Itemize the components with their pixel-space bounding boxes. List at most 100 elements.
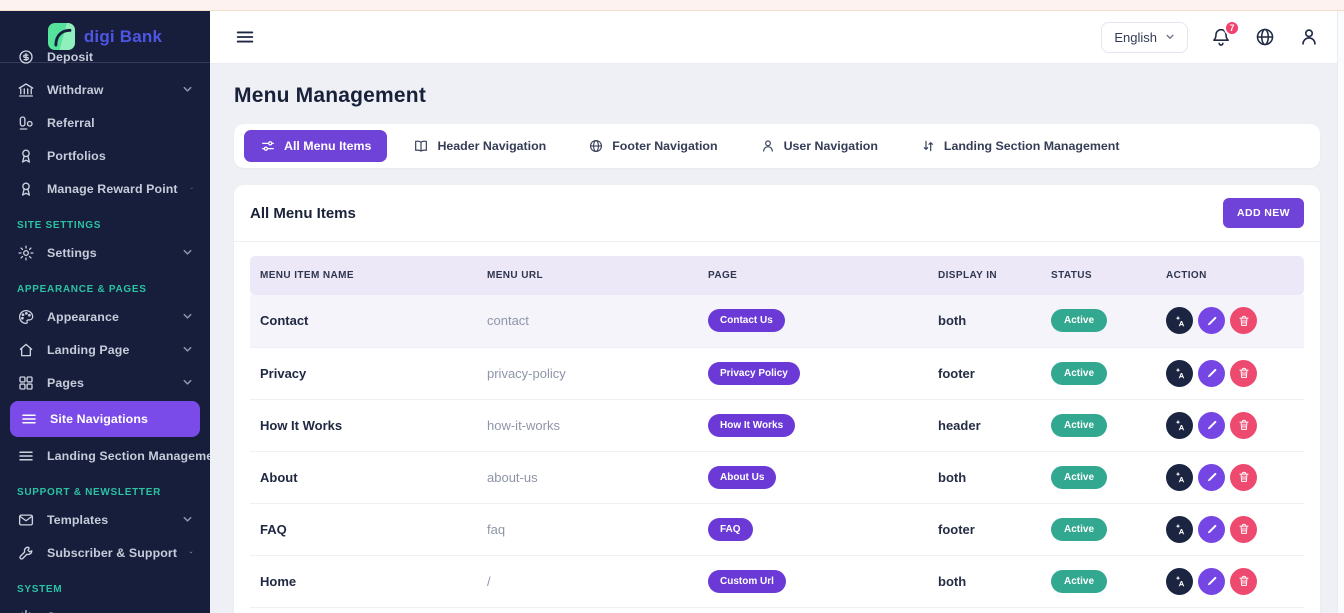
translate-icon (1173, 470, 1187, 484)
language-selector[interactable]: English (1101, 22, 1188, 53)
translate-button[interactable] (1166, 568, 1193, 595)
row-actions (1166, 412, 1294, 439)
book-icon (413, 138, 429, 154)
translate-button[interactable] (1166, 516, 1193, 543)
sidebar-item-referral[interactable]: Referral (0, 106, 210, 139)
row-actions (1166, 516, 1294, 543)
notification-count-badge: 7 (1224, 20, 1240, 36)
wrench-icon (17, 544, 35, 562)
edit-button[interactable] (1198, 516, 1225, 543)
sidebar-item-label: Pages (47, 376, 84, 390)
tab-footer-navigation[interactable]: Footer Navigation (572, 130, 733, 162)
sidebar-nav: Deposit Withdraw Referral Portfolios Man… (0, 40, 210, 613)
sidebar-item-label: Referral (47, 116, 95, 130)
user-icon (760, 138, 776, 154)
sidebar-item-portfolios[interactable]: Portfolios (0, 139, 210, 172)
tab-header-navigation[interactable]: Header Navigation (397, 130, 562, 162)
table-row: Privacy privacy-policy Privacy Policy fo… (250, 347, 1304, 399)
add-new-button[interactable]: ADD NEW (1223, 198, 1304, 228)
chevron-down-icon (189, 547, 193, 558)
edit-button[interactable] (1198, 464, 1225, 491)
delete-button[interactable] (1230, 307, 1257, 334)
sidebar-item-appearance[interactable]: Appearance (0, 300, 210, 333)
tab-label: Footer Navigation (612, 139, 717, 153)
chevron-down-icon (182, 514, 193, 525)
page-cell: Blog (698, 607, 928, 613)
edit-button[interactable] (1198, 412, 1225, 439)
topbar-actions: English 7 (1101, 22, 1320, 53)
sidebar-item-pages[interactable]: Pages (0, 366, 210, 399)
notifications-button[interactable]: 7 (1210, 26, 1232, 48)
main-content: Menu Management All Menu Items Header Na… (210, 64, 1344, 613)
page-badge: About Us (708, 466, 776, 489)
sidebar-item-subscriber-support[interactable]: Subscriber & Support (0, 536, 210, 569)
status-badge: Active (1051, 309, 1107, 332)
bank-icon (17, 81, 35, 99)
action-cell (1156, 607, 1304, 613)
edit-button[interactable] (1198, 360, 1225, 387)
status-cell: Active (1041, 503, 1156, 555)
sliders-icon (260, 138, 276, 154)
medal-icon (17, 180, 35, 198)
translate-button[interactable] (1166, 360, 1193, 387)
gear-icon (17, 244, 35, 262)
translate-button[interactable] (1166, 307, 1193, 334)
delete-button[interactable] (1230, 568, 1257, 595)
delete-button[interactable] (1230, 360, 1257, 387)
edit-button[interactable] (1198, 568, 1225, 595)
display-in-cell: both (928, 555, 1041, 607)
top-banner-strip (0, 0, 1344, 11)
delete-button[interactable] (1230, 464, 1257, 491)
display-in-cell: footer (928, 347, 1041, 399)
menu-items-table-wrap: MENU ITEM NAME MENU URL PAGE DISPLAY IN … (234, 242, 1320, 613)
tab-landing-section-management[interactable]: Landing Section Management (904, 130, 1136, 162)
sidebar-item-label: Withdraw (47, 83, 103, 97)
action-cell (1156, 347, 1304, 399)
translate-button[interactable] (1166, 464, 1193, 491)
tab-label: User Navigation (784, 139, 878, 153)
menu-item-name-cell: About (250, 451, 477, 503)
action-cell (1156, 399, 1304, 451)
profile-button[interactable] (1298, 26, 1320, 48)
page-scrollbar[interactable] (1337, 11, 1344, 613)
globe-icon (588, 138, 604, 154)
sidebar-item-manage-reward-point[interactable]: Manage Reward Point (0, 172, 210, 205)
tab-label: All Menu Items (284, 139, 371, 153)
trash-icon (1237, 366, 1251, 380)
delete-button[interactable] (1230, 516, 1257, 543)
sidebar-item-label: Manage Reward Point (47, 182, 178, 196)
row-actions (1166, 568, 1294, 595)
status-cell: Active (1041, 607, 1156, 613)
page-badge: How It Works (708, 414, 795, 437)
sidebar-item-landing-page[interactable]: Landing Page (0, 333, 210, 366)
sidebar-item-label: Landing Page (47, 343, 129, 357)
sort-arrows-icon (920, 138, 936, 154)
menu-url-cell: privacy-policy (477, 347, 698, 399)
delete-button[interactable] (1230, 412, 1257, 439)
sidebar-item-label: Portfolios (47, 149, 106, 163)
sidebar-item-label: Landing Section Management (47, 449, 210, 463)
sidebar-section-appearance-pages: APPEARANCE & PAGES (0, 269, 210, 300)
tab-user-navigation[interactable]: User Navigation (744, 130, 894, 162)
site-link-button[interactable] (1254, 26, 1276, 48)
translate-button[interactable] (1166, 412, 1193, 439)
status-badge: Active (1051, 518, 1107, 541)
sidebar-section-site-settings: SITE SETTINGS (0, 205, 210, 236)
sidebar-item-templates[interactable]: Templates (0, 503, 210, 536)
display-in-cell: header (928, 399, 1041, 451)
page-cell: How It Works (698, 399, 928, 451)
pencil-icon (1205, 574, 1219, 588)
edit-button[interactable] (1198, 307, 1225, 334)
table-row: FAQ faq FAQ footer Active (250, 503, 1304, 555)
sidebar-item-site-navigations[interactable]: Site Navigations (10, 401, 200, 437)
sidebar-item-withdraw[interactable]: Withdraw (0, 73, 210, 106)
card-title: All Menu Items (250, 205, 356, 222)
hamburger-menu-icon[interactable] (234, 26, 256, 48)
column-display-in: DISPLAY IN (928, 256, 1041, 295)
tab-all-menu-items[interactable]: All Menu Items (244, 130, 387, 162)
sidebar-item-system[interactable]: System (0, 600, 210, 613)
translate-icon (1173, 418, 1187, 432)
sidebar-item-settings[interactable]: Settings (0, 236, 210, 269)
sidebar-item-label: Site Navigations (50, 412, 148, 426)
sidebar-item-landing-section-management[interactable]: Landing Section Management (0, 439, 210, 472)
